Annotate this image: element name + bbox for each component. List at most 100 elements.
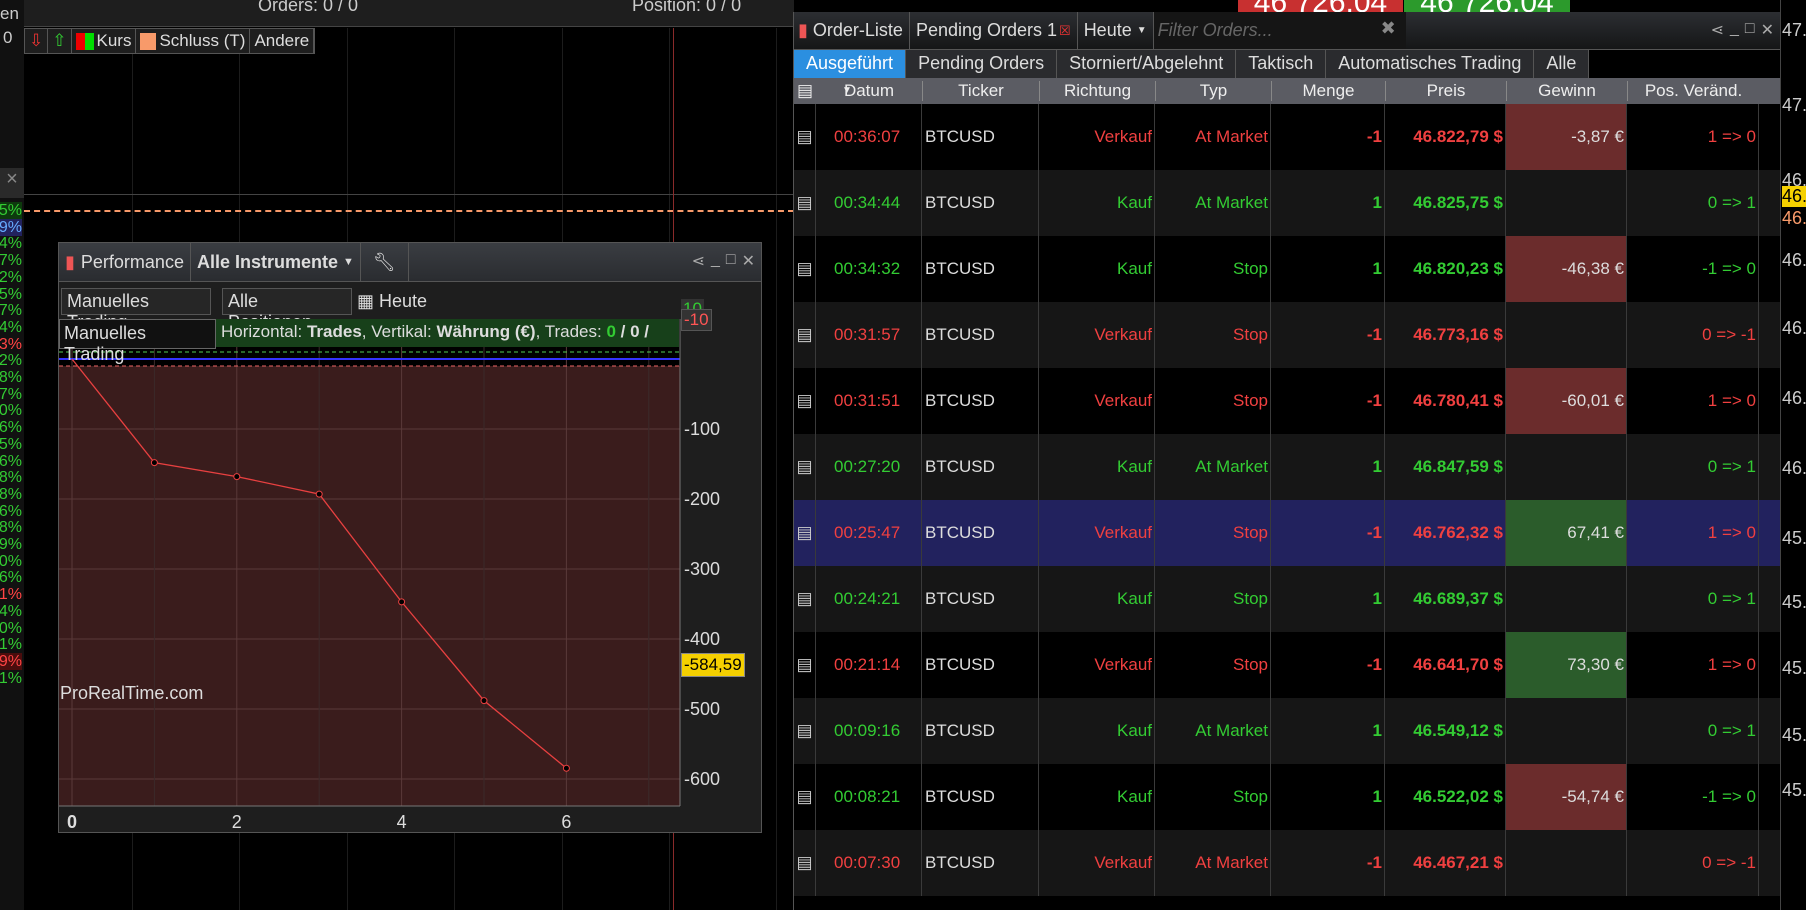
tab-storniert-abgelehnt[interactable]: Storniert/Abgelehnt [1057,50,1237,78]
legend-andere[interactable]: Andere [250,29,315,53]
percent-cell[interactable]: 4% [0,319,22,336]
order-detail-icon[interactable]: ▤ [794,236,816,302]
period-dropdown[interactable]: Heute ▼ [1078,12,1154,49]
order-detail-icon[interactable]: ▤ [794,566,816,632]
order-detail-icon[interactable]: ▤ [794,104,816,170]
column-pos-ver-nd-[interactable]: Pos. Veränd. [1627,81,1759,101]
column-menge[interactable]: Menge [1271,81,1385,101]
percent-cell[interactable]: 9% [0,218,22,236]
column-richtung[interactable]: Richtung [1039,81,1155,101]
data-point[interactable] [562,764,570,772]
tab-taktisch[interactable]: Taktisch [1236,50,1327,78]
percent-cell[interactable]: 4% [0,603,22,620]
percent-cell[interactable]: 1% [0,636,22,653]
order-row[interactable]: ▤ 00:34:44 BTCUSD Kauf At Market 1 46.825,75 $… [794,170,1781,236]
percent-cell[interactable]: 6% [0,419,22,436]
percent-cell[interactable]: 9% [0,652,22,670]
column-typ[interactable]: Typ [1155,81,1271,101]
share-icon[interactable]: ⋖ [1711,20,1724,40]
order-row[interactable]: ▤ 00:25:47 BTCUSD Verkauf Stop -1 46.762,32 $6… [794,500,1781,566]
clear-filter-icon[interactable]: ✖ [1381,18,1396,39]
share-icon[interactable]: ⋖ [692,251,705,271]
order-detail-icon[interactable]: ▤ [794,170,816,236]
tab-ausgef-hrt[interactable]: Ausgeführt [794,50,907,78]
column-datum[interactable]: Datum [816,81,922,101]
percent-cell[interactable]: 5% [0,286,22,303]
order-row[interactable]: ▤ 00:36:07 BTCUSD Verkauf At Market -1 46.822,… [794,104,1781,170]
percent-cell[interactable]: 0% [0,402,22,419]
order-row[interactable]: ▤ 00:07:30 BTCUSD Verkauf At Market -1 46.467,… [794,830,1781,896]
maximize-icon[interactable]: □ [726,251,736,271]
order-detail-icon[interactable]: ▤ [794,830,816,896]
percent-cell[interactable]: 8% [0,369,22,386]
order-detail-icon[interactable]: ▤ [794,500,816,566]
percent-cell[interactable]: 2% [0,352,22,369]
percent-cell[interactable]: 7% [0,252,22,269]
percent-cell[interactable]: 9% [0,536,22,553]
instrument-dropdown[interactable]: Alle Instrumente ▼ [191,243,361,281]
column-settings-icon[interactable]: ▤ [797,81,813,101]
order-row[interactable]: ▤ 00:24:21 BTCUSD Kauf Stop 1 46.689,37 $ 0 => … [794,566,1781,632]
data-point[interactable] [480,697,488,705]
order-row[interactable]: ▤ 00:31:57 BTCUSD Verkauf Stop -1 46.773,16 $ 0… [794,302,1781,368]
data-point[interactable] [150,459,158,467]
data-point[interactable] [315,490,323,498]
percent-cell[interactable]: 6% [0,453,22,470]
legend-kurs[interactable]: Kurs [72,29,137,53]
order-row[interactable]: ▤ 00:31:51 BTCUSD Verkauf Stop -1 46.780,41 $ -… [794,368,1781,434]
minimize-icon[interactable]: _ [711,251,720,271]
column-gewinn[interactable]: Gewinn [1506,81,1627,101]
percent-cell[interactable]: 8% [0,469,22,486]
order-row[interactable]: ▤ 00:34:32 BTCUSD Kauf Stop 1 46.820,23 $ -46,3… [794,236,1781,302]
percent-cell[interactable]: 6% [0,569,22,586]
percent-cell[interactable]: 1% [0,586,22,603]
tab-pending-orders[interactable]: Pending Orders [906,50,1058,78]
column-preis[interactable]: Preis [1385,81,1506,101]
buy-arrow-icon[interactable]: ⇧ [48,29,72,53]
minimize-icon[interactable]: _ [1730,20,1739,40]
tab-automatisches-trading[interactable]: Automatisches Trading [1326,50,1535,78]
ask-price[interactable]: 46 726,04 [1404,0,1570,12]
percent-cell[interactable]: 6% [0,503,22,520]
percent-cell[interactable]: 3% [0,336,22,353]
order-detail-icon[interactable]: ▤ [794,764,816,830]
close-icon[interactable]: × [0,168,24,198]
order-row[interactable]: ▤ 00:27:20 BTCUSD Kauf At Market 1 46.847,59 $… [794,434,1781,500]
order-detail-icon[interactable]: ▤ [794,302,816,368]
order-row[interactable]: ▤ 00:21:14 BTCUSD Verkauf Stop -1 46.641,70 $7… [794,632,1781,698]
order-detail-icon[interactable]: ▤ [794,632,816,698]
percent-cell[interactable]: 2% [0,269,22,286]
wrench-icon[interactable]: 🔧︎ [361,243,409,281]
percent-cell[interactable]: 1% [0,670,22,687]
bid-price[interactable]: 46 726,04 [1238,0,1403,12]
percent-cell[interactable]: 4% [0,235,22,252]
percent-cell[interactable]: 8% [0,519,22,536]
order-detail-icon[interactable]: ▤ [794,434,816,500]
column-ticker[interactable]: Ticker [922,81,1039,101]
info-tab[interactable]: Manuelles Trading [59,319,216,364]
order-row[interactable]: ▤ 00:08:21 BTCUSD Kauf Stop 1 46.522,02 $ -54,7… [794,764,1781,830]
tab-alle[interactable]: Alle [1534,50,1590,78]
mode-dropdown[interactable]: Manuelles Trading ▼ [61,288,211,332]
pending-orders-tab[interactable]: Pending Orders 1 ☒ [910,12,1078,49]
date-picker[interactable]: ▦ Heute [357,291,427,312]
maximize-icon[interactable]: □ [1745,20,1755,40]
percent-cell[interactable]: 7% [0,386,22,403]
data-point[interactable] [233,473,241,481]
percent-cell[interactable]: 0% [0,553,22,570]
filter-input[interactable]: Filter Orders... ✖ [1153,12,1406,49]
order-detail-icon[interactable]: ▤ [794,368,816,434]
positions-dropdown[interactable]: Alle Positionen ▼ [222,288,352,332]
order-row[interactable]: ▤ 00:09:16 BTCUSD Kauf At Market 1 46.549,12 $… [794,698,1781,764]
order-detail-icon[interactable]: ▤ [794,698,816,764]
data-point[interactable] [398,598,406,606]
legend-schluss[interactable]: Schluss (T) [136,29,251,53]
percent-cell[interactable]: 5% [0,436,22,453]
percent-cell[interactable]: 0% [0,620,22,637]
close-icon[interactable]: ✕ [1761,20,1774,40]
sell-arrow-icon[interactable]: ⇩ [25,29,49,53]
percent-cell[interactable]: 5% [0,202,22,219]
percent-cell[interactable]: 8% [0,486,22,503]
percent-cell[interactable]: 7% [0,302,22,319]
close-icon[interactable]: ✕ [742,251,755,271]
